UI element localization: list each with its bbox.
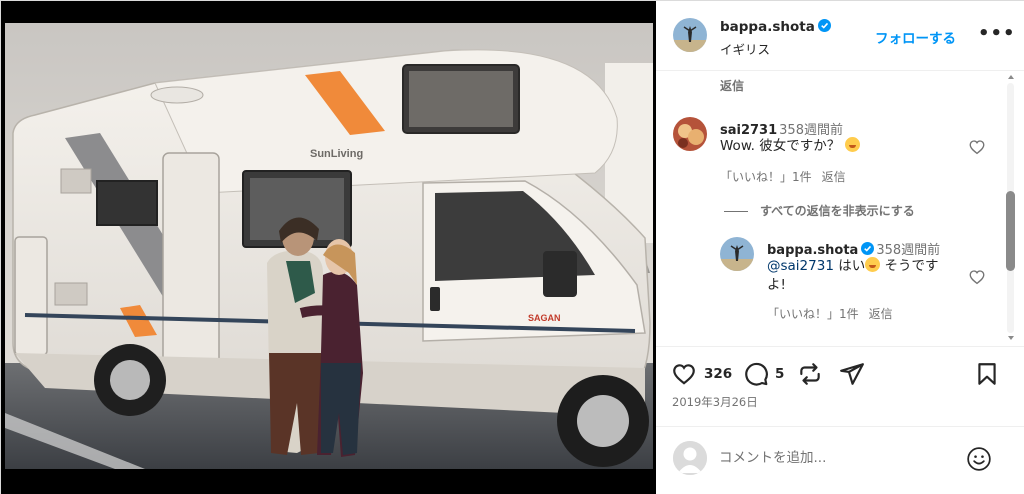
reply-reply-button[interactable]: 返信	[869, 307, 893, 321]
reply-text-line2: よ!	[767, 277, 786, 293]
reply-time[interactable]: 358週間前	[876, 243, 940, 258]
like-button[interactable]	[671, 361, 697, 387]
reply-likes[interactable]: 「いいね！」1件	[767, 307, 859, 321]
comment-username[interactable]: sai2731	[720, 123, 777, 138]
comment-likes[interactable]: 「いいね！」1件	[720, 170, 812, 184]
comment-heart-icon[interactable]	[968, 138, 986, 156]
smiley-icon[interactable]	[966, 446, 992, 472]
comment-text-body: Wow. 彼女ですか？	[720, 138, 841, 154]
reply-avatar[interactable]	[720, 237, 754, 271]
photo-panel: SunLiving SAGAN	[1, 1, 656, 494]
comment-input[interactable]	[719, 446, 959, 470]
author-avatar[interactable]	[673, 18, 707, 52]
comment-button[interactable]	[743, 361, 769, 387]
photo-brand-text: SunLiving	[310, 148, 363, 160]
comment-header: sai2731 358週間前	[720, 119, 843, 138]
scroll-thumb[interactable]	[1006, 191, 1015, 271]
reply-text-part2: そうです	[880, 258, 939, 274]
comment-count[interactable]: 5	[775, 366, 784, 382]
heart-icon	[673, 364, 695, 385]
comment-reply-button[interactable]: 返信	[822, 170, 846, 184]
bookmark-icon	[978, 363, 996, 385]
like-count[interactable]: 326	[704, 366, 732, 382]
comment-meta: 「いいね！」1件 返信	[720, 168, 856, 185]
share-button[interactable]	[839, 361, 865, 387]
default-user-icon	[673, 441, 707, 475]
repost-icon	[800, 363, 820, 385]
divider-line	[724, 211, 748, 212]
comments-list[interactable]: 返信 sai2731 358週間前 Wow. 彼女ですか？ 「いいね！」1件 返…	[656, 71, 1024, 346]
reply-text-part1: はい	[833, 258, 866, 274]
reply-heart-icon[interactable]	[968, 268, 986, 286]
comment-time[interactable]: 358週間前	[779, 123, 843, 138]
reply-text: @sai2731 はい そうですよ!	[767, 257, 967, 295]
hide-replies-button[interactable]: すべての返信を非表示にする	[724, 202, 915, 219]
post-date[interactable]: 2019年3月26日	[672, 394, 758, 410]
author-username[interactable]: bappa.shota	[720, 19, 831, 35]
reply-username[interactable]: bappa.shota	[767, 243, 858, 258]
follow-button[interactable]: フォローする	[875, 27, 956, 47]
verified-badge-icon	[861, 242, 875, 255]
reply-meta: 「いいね！」1件 返信	[767, 305, 903, 322]
current-user-avatar	[673, 441, 707, 475]
save-button[interactable]	[974, 361, 1000, 387]
comment-text: Wow. 彼女ですか？	[720, 137, 860, 156]
photo-model-text: SAGAN	[528, 313, 561, 323]
post-dialog: SunLiving SAGAN bappa.shota イギリス フォローする …	[0, 0, 1024, 494]
more-options-icon[interactable]: •••	[978, 23, 1016, 44]
hide-replies-label[interactable]: すべての返信を非表示にする	[760, 204, 915, 218]
post-actions: 326 5 2019年3月26日	[656, 346, 1024, 426]
commenter-avatar[interactable]	[673, 117, 707, 151]
reply-mention-link[interactable]: @sai2731	[767, 258, 834, 274]
post-sidebar: bappa.shota イギリス フォローする ••• 返信 sai2731 3…	[656, 1, 1024, 494]
smiling-face-emoji-icon	[844, 137, 860, 152]
scroll-up-arrow-icon[interactable]	[1007, 73, 1015, 81]
post-header: bappa.shota イギリス フォローする •••	[656, 1, 1024, 71]
smiling-face-emoji-icon	[865, 257, 881, 272]
scroll-down-arrow-icon[interactable]	[1007, 334, 1015, 342]
comments-scrollbar[interactable]	[1004, 71, 1018, 346]
send-icon	[840, 363, 864, 385]
repost-button[interactable]	[797, 361, 823, 387]
author-username-text[interactable]: bappa.shota	[720, 19, 815, 35]
verified-badge-icon	[817, 19, 831, 32]
reply-link[interactable]: 返信	[720, 77, 744, 94]
reply-header: bappa.shota 358週間前	[767, 239, 940, 258]
comment-bubble-icon	[745, 362, 768, 386]
post-location[interactable]: イギリス	[720, 39, 770, 58]
post-photo[interactable]: SunLiving SAGAN	[5, 23, 653, 469]
add-comment-bar	[656, 426, 1024, 494]
